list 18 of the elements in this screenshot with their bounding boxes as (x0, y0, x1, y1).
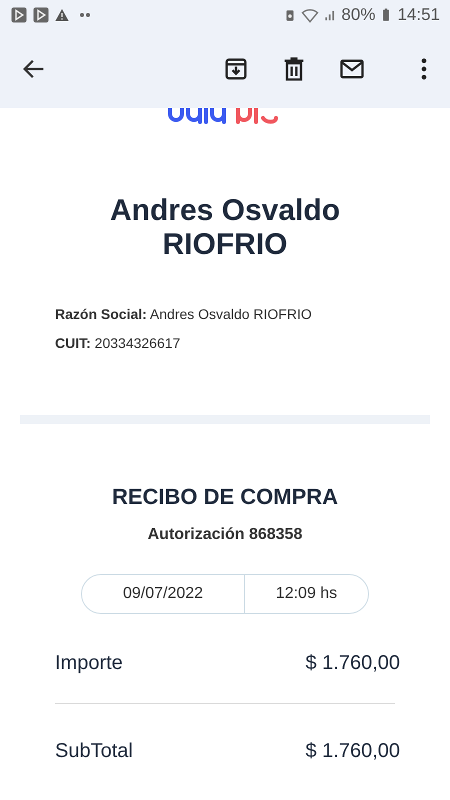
authorization-number: Autorización 868358 (146, 526, 304, 544)
customer-name: Andres Osvaldo RIOFRIO (108, 194, 342, 262)
amount-value: $ 1.760,00 (305, 740, 400, 763)
info-line: CUIT: 20334326617 (55, 335, 182, 351)
play-icon (32, 6, 50, 24)
play-icon (10, 6, 28, 24)
receipt-date: 09/07/2022 (82, 575, 245, 613)
amount-label: SubTotal (55, 740, 133, 763)
amount-value: $ 1.760,00 (305, 652, 400, 675)
info-line: Razón Social: Andres Osvaldo RIOFRIO (55, 306, 313, 322)
battery-percent: 80% (341, 5, 376, 25)
dots-icon (80, 13, 90, 17)
wifi-icon (301, 6, 320, 24)
amount-label: Importe (55, 652, 123, 675)
clock: 14:51 (397, 5, 440, 25)
receipt-time: 12:09 hs (274, 584, 338, 604)
warning-icon (54, 7, 70, 23)
receipt-title: RECIBO DE COMPRA (110, 484, 340, 510)
